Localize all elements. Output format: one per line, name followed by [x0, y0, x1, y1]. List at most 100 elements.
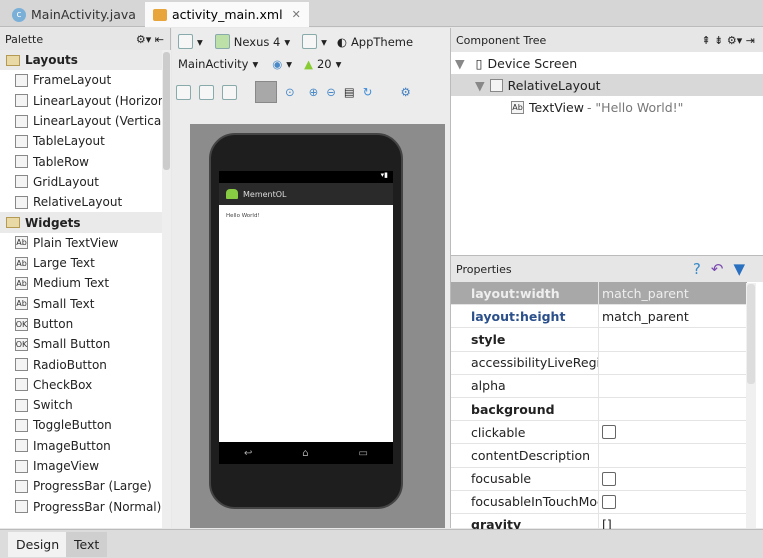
relativelayout-icon: [15, 195, 28, 209]
tree-item-relativelayout[interactable]: ▼ RelativeLayout: [451, 74, 763, 96]
palette-item-medium-text[interactable]: Ab Medium Text: [0, 273, 162, 293]
property-value[interactable]: match_parent: [602, 309, 689, 324]
component-tree-panel: Component Tree ⇞ ⇟ ⚙▾ ⇥ ▼ ▯ Device Screen ▼…: [450, 28, 763, 255]
palette-group-widgets[interactable]: Widgets: [0, 212, 162, 233]
palette-item-large-text[interactable]: Ab Large Text: [0, 253, 162, 273]
settings-gear-icon[interactable]: ⚙: [400, 85, 410, 99]
status-bar: ▾▮: [219, 171, 393, 183]
toolbar-row-2: MainActivity ▾ ◉ ▾ ▲ 20 ▾: [178, 57, 342, 71]
tab-design[interactable]: Design: [8, 532, 68, 557]
editor-tabs: cMainActivity.java✕ activity_main.xml✕: [0, 0, 763, 27]
property-row-clickable[interactable]: clickable: [451, 421, 747, 445]
theme-dropdown[interactable]: AppTheme: [351, 35, 413, 49]
palette-item-togglebutton[interactable]: ToggleButton: [0, 415, 162, 435]
small-button-icon: OK: [15, 337, 28, 351]
orientation-icon[interactable]: [302, 34, 318, 49]
properties-scroll-thumb[interactable]: [747, 284, 755, 384]
gridlayout-icon: [15, 175, 28, 189]
device-icon: ▯: [475, 55, 483, 71]
linearlayout-horizont-icon: [15, 94, 28, 108]
palette-item-plain-textview[interactable]: Ab Plain TextView: [0, 233, 162, 253]
palette-group-layouts[interactable]: Layouts: [0, 50, 162, 71]
select-mode-button[interactable]: [255, 81, 277, 103]
palette-item-framelayout[interactable]: FrameLayout: [0, 70, 162, 90]
relativelayout-icon: [489, 78, 503, 92]
api-level-dropdown[interactable]: 20: [317, 57, 332, 71]
page-icon[interactable]: ▤: [344, 85, 355, 99]
activity-dropdown[interactable]: MainActivity: [178, 57, 248, 71]
palette-item-gridlayout[interactable]: GridLayout: [0, 172, 162, 192]
palette-item-checkbox[interactable]: CheckBox: [0, 375, 162, 395]
textview-preview[interactable]: Hello World!: [226, 213, 260, 219]
device-icon: [214, 34, 230, 49]
expand-collapse-icons[interactable]: ⇞ ⇟ ⚙▾ ⇥: [701, 34, 755, 47]
property-checkbox[interactable]: [602, 425, 616, 440]
palette-item-linearlayout-vertical[interactable]: LinearLayout (Vertical): [0, 111, 162, 131]
palette-item-small-button[interactable]: OK Small Button: [0, 334, 162, 354]
theme-icon: ◐: [336, 34, 347, 49]
textview-icon: Ab: [511, 100, 524, 114]
palette-item-tablerow[interactable]: TableRow: [0, 151, 162, 171]
palette-item-switch[interactable]: Switch: [0, 395, 162, 415]
close-icon[interactable]: ✕: [292, 8, 301, 21]
xml-layout-icon: [153, 8, 167, 21]
undo-icon[interactable]: ↶: [711, 260, 734, 278]
tab-text[interactable]: Text: [66, 532, 108, 557]
tab-activity-main-xml[interactable]: activity_main.xml ✕: [145, 2, 309, 27]
property-row-background[interactable]: background: [451, 397, 747, 422]
progressbar-large-icon: [15, 479, 28, 493]
property-row-alpha[interactable]: alpha: [451, 374, 747, 398]
help-icon[interactable]: ?: [693, 260, 711, 278]
property-row-accessibilityliveregion[interactable]: accessibilityLiveRegion: [451, 351, 747, 375]
android-icon: ▲: [304, 57, 313, 71]
property-row-layout-width[interactable]: layout:width match_parent: [451, 282, 747, 306]
palette-item-imageview[interactable]: ImageView: [0, 456, 162, 476]
locale-globe-icon[interactable]: ◉: [272, 57, 282, 71]
palette-scroll-thumb[interactable]: [163, 52, 170, 170]
class-icon: c: [12, 7, 26, 22]
palette-item-tablelayout[interactable]: TableLayout: [0, 131, 162, 151]
radiobutton-icon: [15, 358, 28, 372]
palette-item-progressbar-normal[interactable]: ProgressBar (Normal): [0, 497, 162, 517]
palette-item-small-text[interactable]: Ab Small Text: [0, 294, 162, 314]
toolbar-row-1: ▾ Nexus 4 ▾ ▾ ◐ AppTheme: [178, 34, 413, 49]
zoom-actual-icon[interactable]: ⊙: [285, 85, 295, 99]
property-name: background: [471, 401, 555, 417]
zoom-out-icon[interactable]: ⊖: [326, 85, 336, 99]
palette-item-imagebutton[interactable]: ImageButton: [0, 436, 162, 456]
tab-mainactivity-java[interactable]: cMainActivity.java✕: [4, 2, 162, 27]
device-config-icon[interactable]: [178, 34, 193, 49]
large-text-icon: Ab: [15, 256, 28, 270]
palette-item-radiobutton[interactable]: RadioButton: [0, 354, 162, 374]
property-row-focusableintouchmoc[interactable]: focusableInTouchMoc: [451, 490, 747, 514]
filter-icon[interactable]: ▼: [733, 260, 755, 278]
linearlayout-vertical-icon: [15, 114, 28, 128]
relative-layout-preview[interactable]: Hello World!: [219, 205, 393, 442]
property-row-layout-height[interactable]: layout:height match_parent: [451, 305, 747, 329]
tree-item-device-screen[interactable]: ▼ ▯ Device Screen: [451, 52, 763, 74]
palette-item-button[interactable]: OK Button: [0, 314, 162, 334]
property-row-style[interactable]: style: [451, 328, 747, 352]
tablelayout-icon: [15, 134, 28, 148]
expand-horizontal-icon[interactable]: [199, 84, 214, 100]
zoom-fit-icon[interactable]: [176, 84, 191, 100]
tablerow-icon: [15, 155, 28, 169]
property-checkbox[interactable]: [602, 494, 616, 509]
gear-icon[interactable]: ⚙▾ ⇤: [136, 33, 164, 46]
tree-item-textview[interactable]: Ab TextView - "Hello World!": [451, 96, 763, 118]
action-bar: MementOL: [219, 183, 393, 205]
palette-item-relativelayout[interactable]: RelativeLayout: [0, 192, 162, 212]
property-checkbox[interactable]: [602, 471, 616, 486]
device-dropdown[interactable]: Nexus 4: [234, 35, 281, 49]
property-value[interactable]: match_parent: [602, 286, 689, 301]
palette-item-linearlayout-horizont[interactable]: LinearLayout (Horizont: [0, 91, 162, 111]
property-name: accessibilityLiveRegion: [471, 355, 598, 371]
recents-icon: ▭: [358, 447, 368, 459]
button-icon: OK: [15, 317, 28, 331]
expand-vertical-icon[interactable]: [222, 84, 237, 100]
property-row-focusable[interactable]: focusable: [451, 467, 747, 491]
zoom-in-icon[interactable]: ⊕: [309, 85, 319, 99]
property-row-contentdescription[interactable]: contentDescription: [451, 444, 747, 468]
palette-item-progressbar-large[interactable]: ProgressBar (Large): [0, 476, 162, 496]
refresh-icon[interactable]: ↻: [363, 85, 373, 99]
